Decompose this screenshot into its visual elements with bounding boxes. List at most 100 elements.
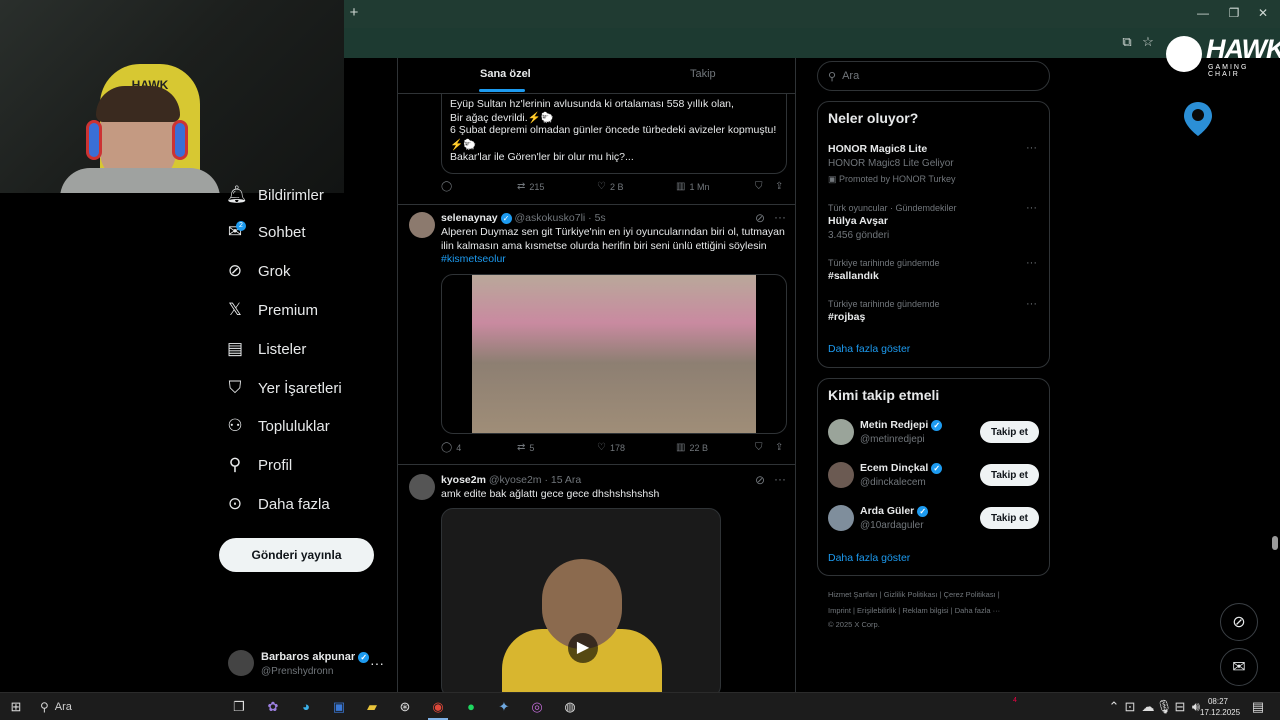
trend-category: Türk oyuncular · Gündemdekiler <box>828 203 957 213</box>
more-icon[interactable]: ··· <box>774 472 786 486</box>
views-count: 22 B <box>689 442 708 453</box>
app-icon[interactable]: ◎ <box>527 697 547 717</box>
timeline[interactable]: Sana özel Takip Eyüp Sultan hz'lerinin a… <box>397 58 796 692</box>
search-icon: ⚲ <box>40 700 49 714</box>
follow-button[interactable]: Takip et <box>980 464 1039 486</box>
bell-icon: 🔔︎ <box>226 185 248 204</box>
tweet-avatar[interactable] <box>409 474 435 500</box>
footer-links[interactable]: Imprint | Erişilebilirlik | Reklam bilgi… <box>828 606 1000 615</box>
tweet-time[interactable]: · 15 Ara <box>544 474 581 486</box>
install-app-icon[interactable]: ⧉ <box>1119 34 1135 50</box>
copilot-icon[interactable]: ✿ <box>263 697 283 717</box>
trend-name[interactable]: #rojbaş <box>828 311 865 323</box>
app-icon[interactable]: ◍ <box>560 697 580 717</box>
footer-links[interactable]: Hizmet Şartları | Gizlilik Politikası | … <box>828 590 1000 599</box>
bookmark-button[interactable]: ⛉ <box>755 442 767 453</box>
trend-name[interactable]: Hülya Avşar <box>828 215 888 227</box>
store-icon[interactable]: ▣ <box>329 697 349 717</box>
like-button[interactable]: ♡ 2 B <box>597 181 623 192</box>
taskbar-search[interactable]: ⚲ Ara <box>34 696 224 718</box>
scrollbar-thumb[interactable] <box>1272 536 1278 550</box>
share-button[interactable]: ⇪ <box>775 181 787 192</box>
tweet-author[interactable]: selenaynay <box>441 212 498 224</box>
folder-icon[interactable]: ▰ <box>362 697 382 717</box>
bookmark-star-icon[interactable]: ☆ <box>1140 34 1156 50</box>
promoted-text: Promoted by HONOR Turkey <box>839 174 956 184</box>
profile-name[interactable]: Barbaros akpunar ✓ <box>261 651 370 663</box>
post-button[interactable]: Gönderi yayınla <box>219 538 374 572</box>
new-tab-button[interactable]: + <box>346 4 362 22</box>
follow-button[interactable]: Takip et <box>980 421 1039 443</box>
views-button[interactable]: ▥ 1 Mn <box>676 181 709 192</box>
tweet-avatar[interactable] <box>409 212 435 238</box>
trend-more-icon[interactable]: ··· <box>1026 257 1037 269</box>
follow-button[interactable]: Takip et <box>980 507 1039 529</box>
tweet-handle[interactable]: @askokusko7li <box>514 212 585 224</box>
nav-label: Yer İşaretleri <box>258 379 342 397</box>
trend-category: Türkiye tarihinde gündemde <box>828 299 940 309</box>
grok-tweet-icon[interactable]: ⊘ <box>755 473 765 487</box>
nav-bookmarks[interactable]: ⛉ Yer İşaretleri <box>226 373 342 403</box>
windows-start-icon[interactable]: ⊞ <box>6 697 26 717</box>
reply-button[interactable]: ◯ 4 <box>441 442 461 453</box>
trend-name[interactable]: HONOR Magic8 Lite <box>828 143 927 155</box>
tweet-handle[interactable]: @kyose2m <box>489 474 542 486</box>
nav-more[interactable]: ⊙ Daha fazla <box>226 489 330 519</box>
tab-for-you[interactable]: Sana özel <box>480 68 531 80</box>
follow-name[interactable]: Ecem Dinçkal ✓ <box>860 462 943 474</box>
notification-center-icon[interactable]: ▤ <box>1248 697 1268 717</box>
search-input[interactable]: ⚲ Ara <box>817 61 1050 91</box>
follow-show-more[interactable]: Daha fazla göster <box>828 552 910 564</box>
tweet-media-video[interactable]: ▶ <box>441 508 721 692</box>
taskbar-search-text: Ara <box>54 701 72 713</box>
share-button[interactable]: ⇪ <box>775 442 787 453</box>
nav-notifications[interactable]: 🔔︎ Bildirimler <box>226 180 324 210</box>
like-button[interactable]: ♡ 178 <box>597 442 625 453</box>
follow-name[interactable]: Metin Redjepi ✓ <box>860 419 943 431</box>
app-icon[interactable]: ⊛ <box>395 697 415 717</box>
nav-profile[interactable]: ⚲ Profil <box>226 450 292 480</box>
close-window-button[interactable]: ✕ <box>1252 4 1274 22</box>
nav-premium[interactable]: 𝕏 Premium <box>226 295 318 325</box>
bookmark-button[interactable]: ⛉ <box>755 181 767 192</box>
trend-more-icon[interactable]: ··· <box>1026 298 1037 310</box>
tweet-time[interactable]: · 5s <box>588 212 606 224</box>
spotify-icon[interactable]: ● <box>461 697 481 717</box>
scrollbar[interactable] <box>1270 58 1280 692</box>
restore-button[interactable]: ❐ <box>1223 4 1245 22</box>
trends-show-more[interactable]: Daha fazla göster <box>828 343 910 355</box>
retweet-button[interactable]: ⇄ 5 <box>517 442 534 453</box>
tweet-media-image[interactable] <box>441 274 787 434</box>
follow-avatar[interactable] <box>828 505 854 531</box>
chrome-icon[interactable]: ◉ <box>428 697 448 717</box>
minimize-button[interactable]: — <box>1192 4 1214 22</box>
trend-more-icon[interactable]: ··· <box>1026 202 1037 214</box>
reply-button[interactable]: ◯ <box>441 181 456 192</box>
hashtag-link[interactable]: #kismetseolur <box>441 253 791 267</box>
task-view-icon[interactable]: ❐ <box>229 697 249 717</box>
retweet-button[interactable]: ⇄ 215 <box>517 181 544 192</box>
messages-fab[interactable]: ✉ <box>1220 648 1258 686</box>
nav-lists[interactable]: ▤ Listeler <box>226 334 306 364</box>
tweet-author[interactable]: kyose2m <box>441 474 486 486</box>
follow-avatar[interactable] <box>828 462 854 488</box>
profile-avatar[interactable] <box>228 650 254 676</box>
profile-more-icon[interactable]: ··· <box>370 655 384 671</box>
grok-tweet-icon[interactable]: ⊘ <box>755 211 765 225</box>
follow-avatar[interactable] <box>828 419 854 445</box>
clock[interactable]: 08:27 17.12.2025 <box>1200 696 1240 718</box>
play-icon[interactable]: ▶ <box>568 633 598 663</box>
app-icon[interactable]: ✦ <box>494 697 514 717</box>
follow-name[interactable]: Arda Güler ✓ <box>860 505 929 517</box>
nav-grok[interactable]: ⊘ Grok <box>226 256 291 286</box>
verified-icon: ✓ <box>931 419 943 431</box>
tray-icon[interactable]: ⊡ <box>1120 697 1140 717</box>
nav-communities[interactable]: ⚇ Topluluklar <box>226 411 329 441</box>
grok-fab[interactable]: ⊘ <box>1220 603 1258 641</box>
tab-following[interactable]: Takip <box>690 68 716 80</box>
trend-name[interactable]: #sallandık <box>828 270 879 282</box>
edge-icon[interactable]: ◕ <box>296 697 316 717</box>
views-button[interactable]: ▥ 22 B <box>676 442 708 453</box>
trend-more-icon[interactable]: ··· <box>1026 142 1037 154</box>
more-icon[interactable]: ··· <box>774 210 786 224</box>
